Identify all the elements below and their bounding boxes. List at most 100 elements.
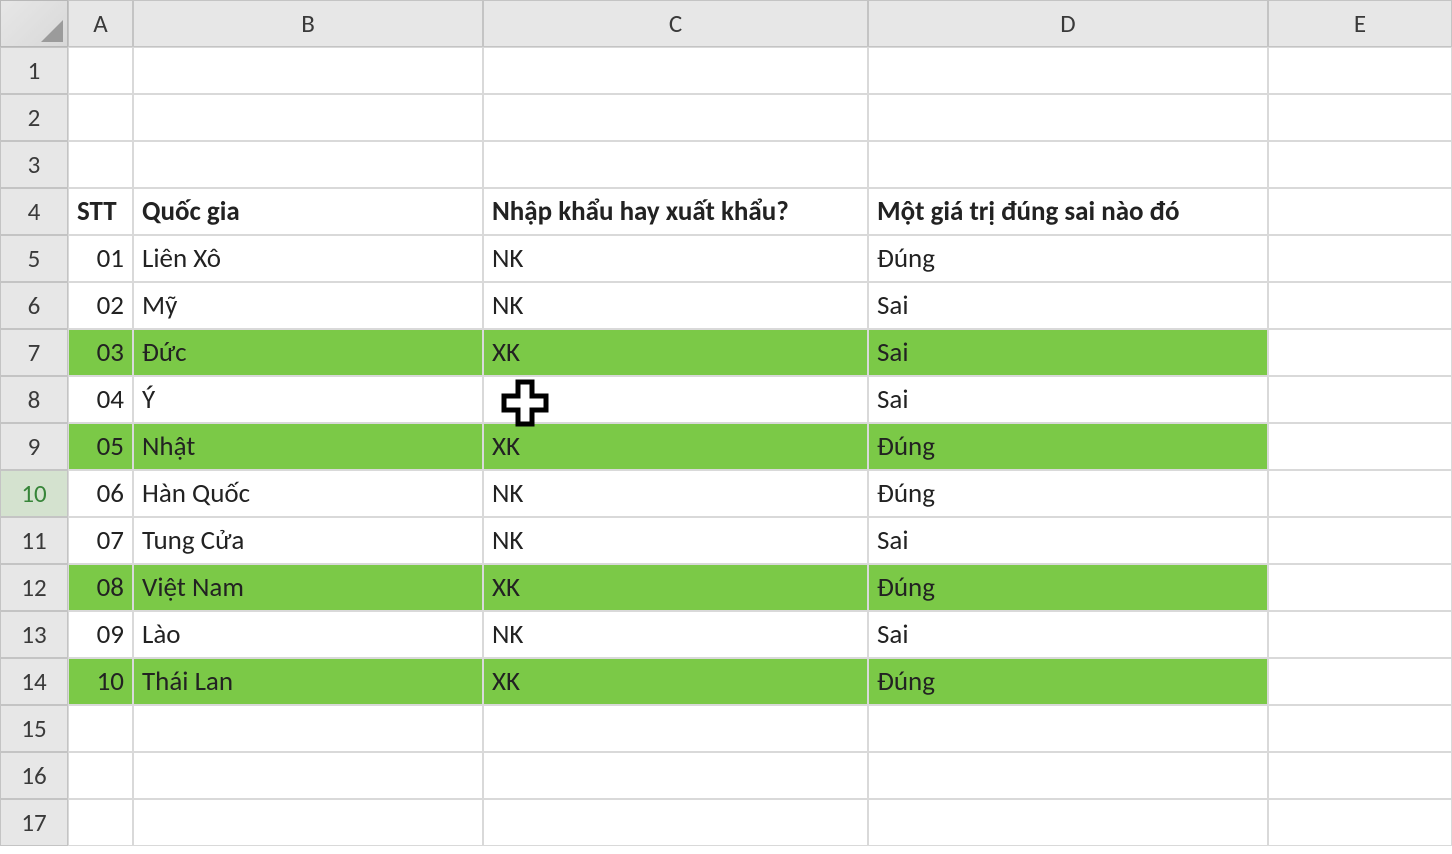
row-header-15[interactable]: 15 [0,705,68,752]
column-header-A[interactable]: A [68,0,133,47]
cell-A17[interactable] [68,799,133,846]
row-header-17[interactable]: 17 [0,799,68,846]
row-header-6[interactable]: 6 [0,282,68,329]
cell-A5[interactable]: 01 [68,235,133,282]
row-header-11[interactable]: 11 [0,517,68,564]
cell-A2[interactable] [68,94,133,141]
cell-B13[interactable]: Lào [133,611,483,658]
cell-C6[interactable]: NK [483,282,868,329]
cell-D17[interactable] [868,799,1268,846]
cell-C15[interactable] [483,705,868,752]
cell-C12[interactable]: XK [483,564,868,611]
column-header-D[interactable]: D [868,0,1268,47]
row-header-7[interactable]: 7 [0,329,68,376]
cell-B2[interactable] [133,94,483,141]
cell-E7[interactable] [1268,329,1452,376]
row-header-5[interactable]: 5 [0,235,68,282]
cell-E11[interactable] [1268,517,1452,564]
cell-A3[interactable] [68,141,133,188]
cell-B17[interactable] [133,799,483,846]
cell-B16[interactable] [133,752,483,799]
cell-C4[interactable]: Nhập khẩu hay xuất khẩu? [483,188,868,235]
cell-E4[interactable] [1268,188,1452,235]
cell-E2[interactable] [1268,94,1452,141]
row-header-9[interactable]: 9 [0,423,68,470]
row-header-4[interactable]: 4 [0,188,68,235]
cell-B8[interactable]: Ý [133,376,483,423]
cell-D15[interactable] [868,705,1268,752]
cell-C10[interactable]: NK [483,470,868,517]
row-header-8[interactable]: 8 [0,376,68,423]
select-all-corner[interactable] [0,0,68,47]
cell-A8[interactable]: 04 [68,376,133,423]
cell-E8[interactable] [1268,376,1452,423]
cell-E10[interactable] [1268,470,1452,517]
cell-C5[interactable]: NK [483,235,868,282]
cell-C7[interactable]: XK [483,329,868,376]
cell-D9[interactable]: Đúng [868,423,1268,470]
cell-B3[interactable] [133,141,483,188]
cell-C1[interactable] [483,47,868,94]
cell-B9[interactable]: Nhật [133,423,483,470]
cell-A10[interactable]: 06 [68,470,133,517]
cell-D14[interactable]: Đúng [868,658,1268,705]
cell-A9[interactable]: 05 [68,423,133,470]
cell-A6[interactable]: 02 [68,282,133,329]
cell-E3[interactable] [1268,141,1452,188]
cell-E6[interactable] [1268,282,1452,329]
cell-B1[interactable] [133,47,483,94]
cell-D11[interactable]: Sai [868,517,1268,564]
cell-D16[interactable] [868,752,1268,799]
column-header-B[interactable]: B [133,0,483,47]
column-header-E[interactable]: E [1268,0,1452,47]
cell-B14[interactable]: Thái Lan [133,658,483,705]
cell-D5[interactable]: Đúng [868,235,1268,282]
cell-D6[interactable]: Sai [868,282,1268,329]
cell-D4[interactable]: Một giá trị đúng sai nào đó [868,188,1268,235]
row-header-16[interactable]: 16 [0,752,68,799]
cell-A13[interactable]: 09 [68,611,133,658]
cell-A4[interactable]: STT [68,188,133,235]
cell-B12[interactable]: Việt Nam [133,564,483,611]
cell-C11[interactable]: NK [483,517,868,564]
cell-B6[interactable]: Mỹ [133,282,483,329]
column-header-C[interactable]: C [483,0,868,47]
spreadsheet-grid[interactable]: ABCDE1234STTQuốc giaNhập khẩu hay xuất k… [0,0,1452,846]
cell-B10[interactable]: Hàn Quốc [133,470,483,517]
cell-B7[interactable]: Đức [133,329,483,376]
row-header-1[interactable]: 1 [0,47,68,94]
cell-D2[interactable] [868,94,1268,141]
cell-C9[interactable]: XK [483,423,868,470]
cell-D13[interactable]: Sai [868,611,1268,658]
row-header-2[interactable]: 2 [0,94,68,141]
cell-A1[interactable] [68,47,133,94]
cell-B15[interactable] [133,705,483,752]
row-header-10[interactable]: 10 [0,470,68,517]
cell-E17[interactable] [1268,799,1452,846]
cell-D8[interactable]: Sai [868,376,1268,423]
cell-B11[interactable]: Tung Cửa [133,517,483,564]
cell-D1[interactable] [868,47,1268,94]
cell-E1[interactable] [1268,47,1452,94]
cell-C13[interactable]: NK [483,611,868,658]
cell-C2[interactable] [483,94,868,141]
cell-A7[interactable]: 03 [68,329,133,376]
cell-A12[interactable]: 08 [68,564,133,611]
cell-D10[interactable]: Đúng [868,470,1268,517]
cell-E9[interactable] [1268,423,1452,470]
cell-B4[interactable]: Quốc gia [133,188,483,235]
cell-E13[interactable] [1268,611,1452,658]
cell-C17[interactable] [483,799,868,846]
cell-D3[interactable] [868,141,1268,188]
cell-E14[interactable] [1268,658,1452,705]
cell-A14[interactable]: 10 [68,658,133,705]
cell-D12[interactable]: Đúng [868,564,1268,611]
row-header-13[interactable]: 13 [0,611,68,658]
cell-D7[interactable]: Sai [868,329,1268,376]
cell-C8[interactable] [483,376,868,423]
cell-A16[interactable] [68,752,133,799]
row-header-14[interactable]: 14 [0,658,68,705]
row-header-12[interactable]: 12 [0,564,68,611]
cell-C3[interactable] [483,141,868,188]
cell-E12[interactable] [1268,564,1452,611]
